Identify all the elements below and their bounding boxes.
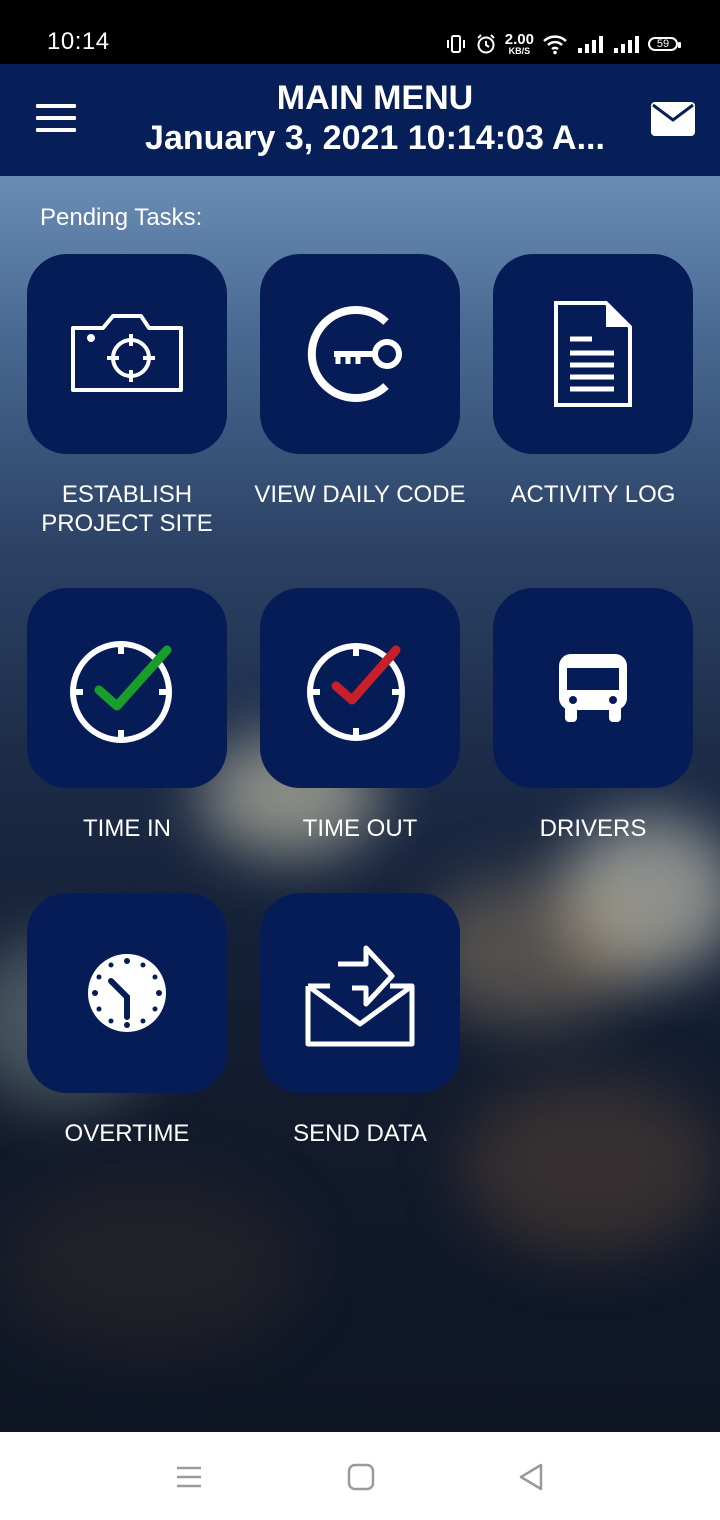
pending-tasks-label: Pending Tasks: (40, 204, 203, 231)
back-button[interactable] (516, 1462, 546, 1492)
status-time: 10:14 (47, 28, 110, 55)
hamburger-icon (36, 104, 76, 108)
network-speed: 2.00 KB/S (505, 32, 534, 56)
mail-button[interactable] (650, 100, 696, 138)
home-button[interactable] (346, 1462, 376, 1492)
tile-label-overtime: OVERTIME (64, 1120, 190, 1147)
tile-time-in[interactable] (27, 588, 227, 788)
network-speed-value: 2.00 (504, 31, 534, 48)
tile-overtime[interactable] (27, 893, 227, 1093)
envelope-icon (651, 102, 695, 136)
menu-button[interactable] (36, 104, 76, 134)
app-bar: MAIN MENU January 3, 2021 10:14:03 A... (0, 64, 720, 176)
recents-button[interactable] (174, 1462, 204, 1492)
main-content: Pending Tasks: ESTABLISH PROJECT SITE VI… (0, 176, 720, 1432)
clock-green-check-icon (70, 641, 172, 743)
alarm-icon (477, 34, 495, 54)
document-icon (554, 301, 632, 407)
tile-drivers[interactable] (493, 588, 693, 788)
page-datetime: January 3, 2021 10:14:03 A... (145, 119, 605, 157)
tile-label-view-daily-code: VIEW DAILY CODE (254, 481, 466, 508)
signal-icon (578, 36, 603, 53)
page-title: MAIN MENU (276, 79, 474, 117)
status-bar: 10:14 2.00 KB/S 59 (0, 0, 720, 64)
tile-view-daily-code[interactable] (260, 254, 460, 454)
bus-icon (559, 654, 627, 722)
title-block: MAIN MENU January 3, 2021 10:14:03 A... (130, 78, 620, 158)
recents-icon (177, 1466, 201, 1488)
tile-time-out[interactable] (260, 588, 460, 788)
tile-label-time-out: TIME OUT (302, 815, 418, 842)
key-icon (307, 306, 402, 402)
back-icon (519, 1463, 543, 1491)
tile-label-establish-project-site: ESTABLISH PROJECT SITE (41, 481, 213, 537)
clock-red-check-icon (307, 643, 405, 741)
home-icon (347, 1463, 375, 1491)
status-icons: 2.00 KB/S 59 (445, 30, 681, 58)
signal-icon-2 (614, 36, 639, 53)
tile-label-time-in: TIME IN (83, 815, 171, 842)
camera-icon (71, 314, 183, 392)
clock-icon (88, 954, 166, 1032)
send-mail-icon (305, 945, 415, 1047)
wifi-icon (543, 35, 567, 55)
system-nav-bar (0, 1432, 720, 1520)
tile-label-send-data: SEND DATA (293, 1120, 427, 1147)
tile-establish-project-site[interactable] (27, 254, 227, 454)
tile-activity-log[interactable] (493, 254, 693, 454)
tile-send-data[interactable] (260, 893, 460, 1093)
tile-label-drivers: DRIVERS (539, 815, 647, 842)
network-speed-unit: KB/S (508, 46, 531, 56)
battery-icon: 59 (648, 37, 681, 51)
vibrate-icon (446, 35, 465, 53)
tile-label-activity-log: ACTIVITY LOG (510, 481, 676, 508)
